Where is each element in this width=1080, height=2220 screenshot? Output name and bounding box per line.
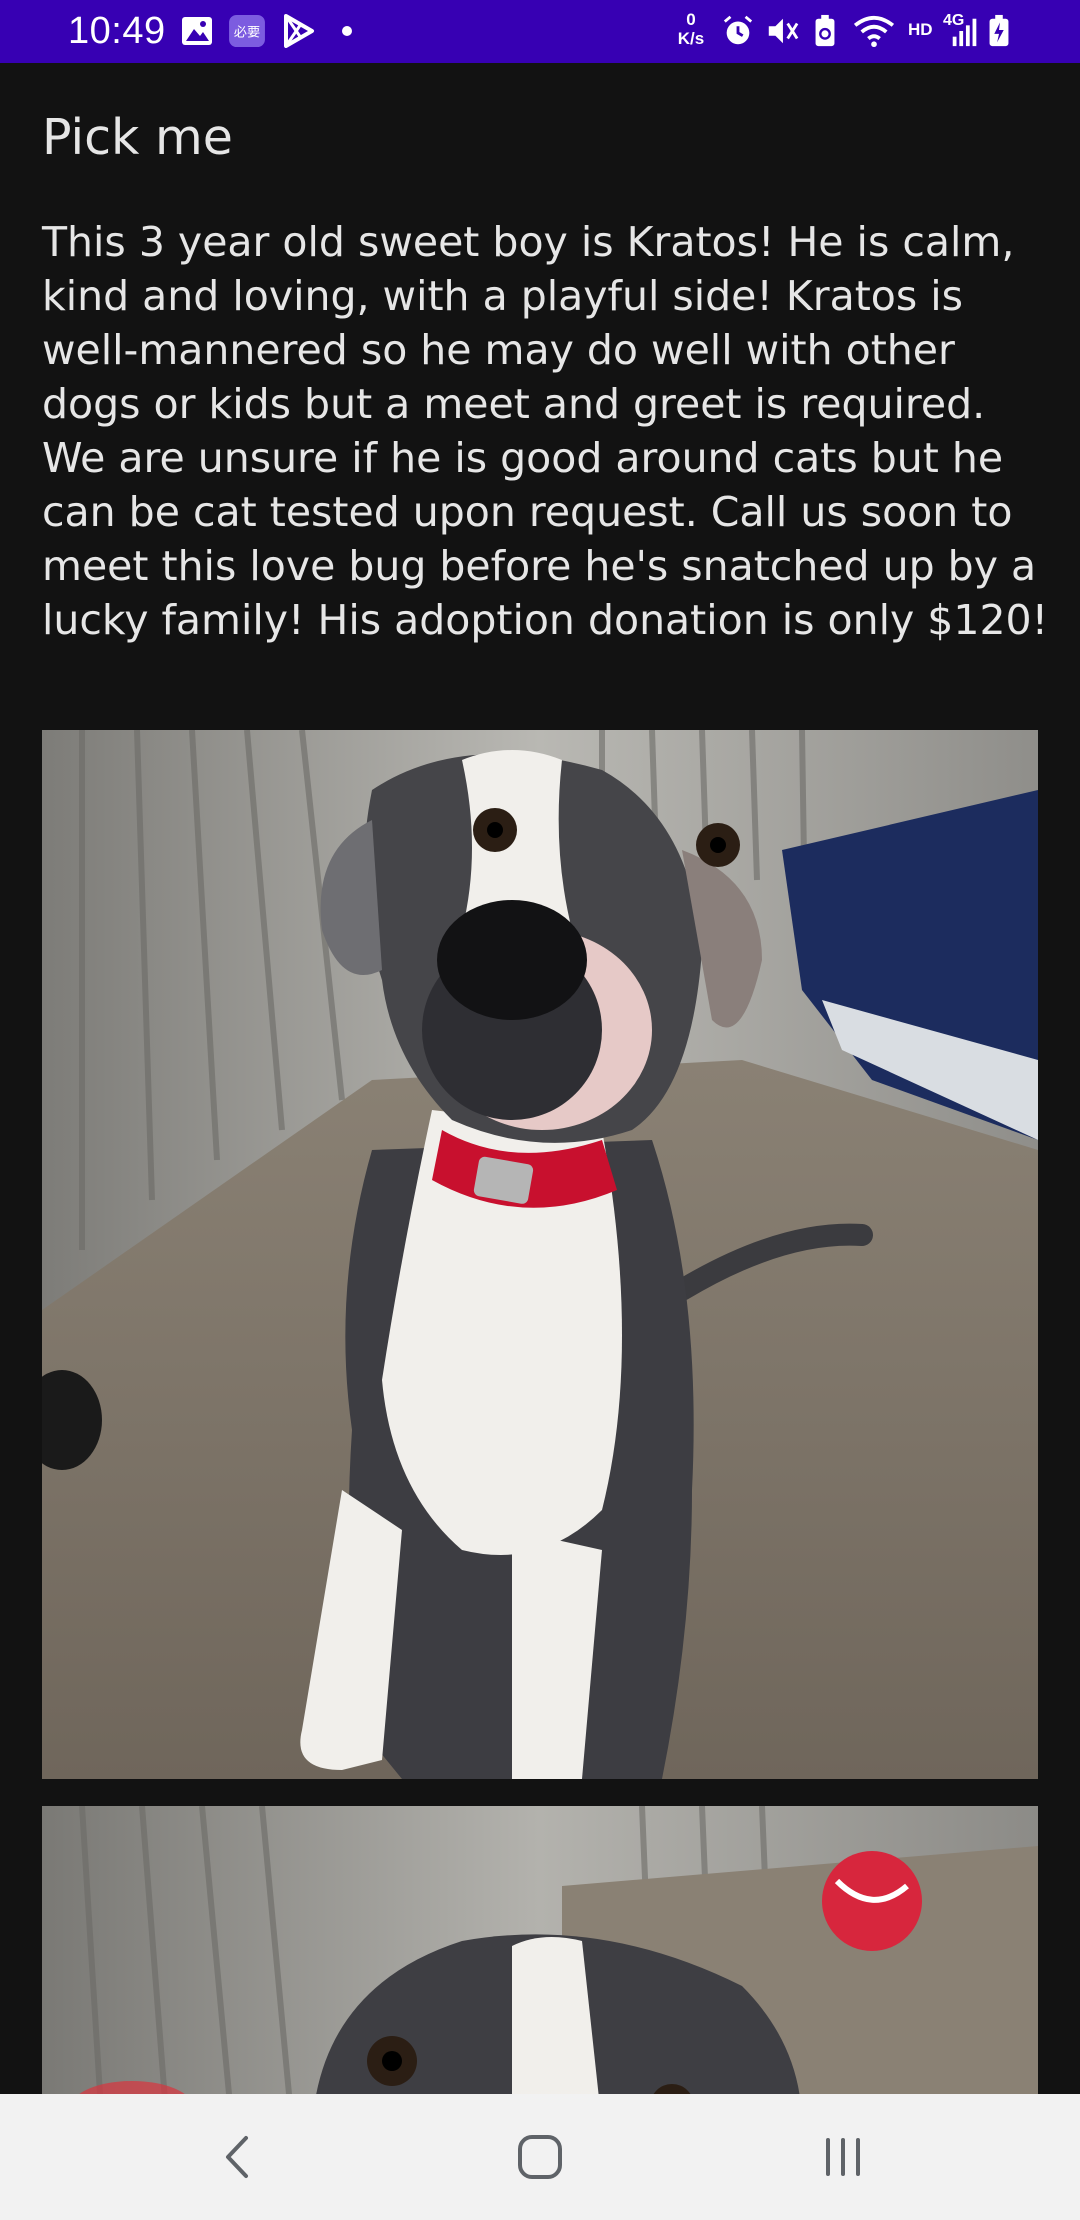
alarm-icon	[723, 15, 753, 45]
signal-icon	[952, 18, 977, 47]
back-button[interactable]	[193, 2122, 283, 2192]
navigation-bar	[0, 2094, 1080, 2220]
recents-button[interactable]	[798, 2122, 888, 2192]
back-icon	[226, 2136, 248, 2178]
dot-icon	[342, 26, 352, 36]
dog-photo-closeup[interactable]	[42, 1806, 1038, 2094]
app-badge-icon: 必要	[229, 14, 265, 48]
recents-icon	[826, 2138, 860, 2176]
image-icon	[182, 17, 212, 45]
battery-saver-icon	[815, 14, 835, 47]
battery-charging-icon	[989, 14, 1009, 47]
wifi-icon	[853, 15, 895, 48]
mute-icon	[768, 18, 799, 44]
app-badge-text: 必要	[234, 25, 260, 41]
net-speed: 0 K/s	[673, 10, 709, 48]
play-store-icon	[284, 14, 314, 48]
pet-description: This 3 year old sweet boy is Kratos! He …	[42, 218, 1049, 644]
page-title: Pick me	[42, 109, 233, 166]
dog-photo-closeup-image	[42, 1806, 1038, 2094]
dog-photo-sitting-image	[42, 730, 1038, 1779]
net-speed-unit: K/s	[677, 29, 705, 48]
home-button[interactable]	[495, 2122, 585, 2192]
net-speed-value: 0	[686, 10, 696, 29]
home-icon	[518, 2135, 562, 2179]
status-time: 10:49	[68, 10, 166, 52]
status-bar: 10:49 必要 0 K/s HD 4G	[0, 0, 1080, 63]
dog-photo-sitting[interactable]	[42, 730, 1038, 1779]
hd-label: HD	[908, 20, 933, 39]
main-content[interactable]: Pick me This 3 year old sweet boy is Kra…	[0, 63, 1080, 2094]
